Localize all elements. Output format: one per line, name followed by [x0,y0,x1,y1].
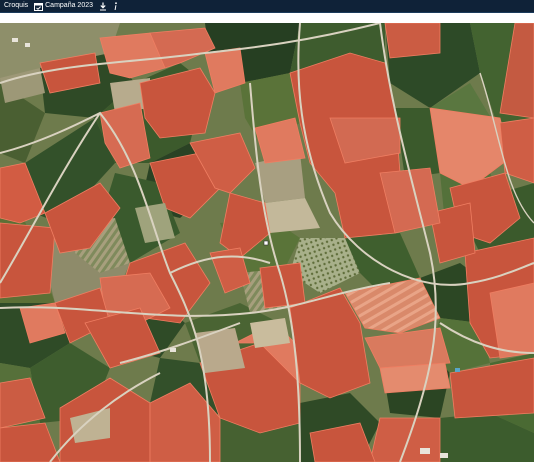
info-icon [113,1,118,11]
satellite-map[interactable] [0,23,534,462]
calendar-icon [34,2,44,11]
croquis-tab[interactable]: Croquis [4,0,28,12]
download-icon [99,2,107,11]
campaign-label: Campaña 2023 [45,2,93,9]
info-button[interactable] [113,1,118,11]
toolbar-gap [0,13,534,23]
map-cursor [263,240,269,246]
campaign-selector[interactable]: Campaña 2023 [34,0,93,12]
croquis-label: Croquis [4,2,29,9]
download-button[interactable] [99,2,107,11]
top-toolbar: Croquis Campaña 2023 [0,0,534,12]
map-canvas[interactable] [0,23,534,462]
